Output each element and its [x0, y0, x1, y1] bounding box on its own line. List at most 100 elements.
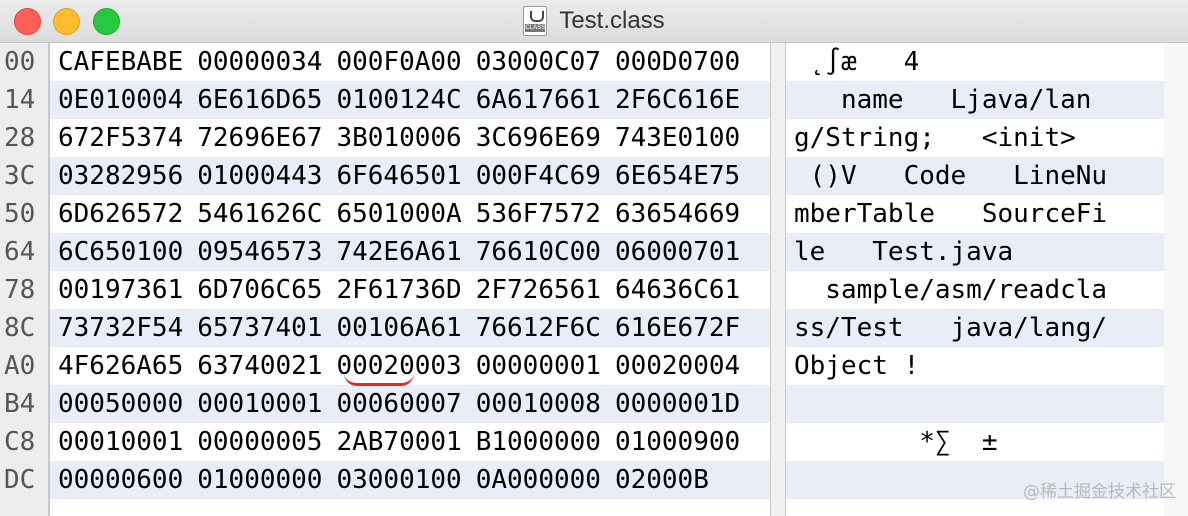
hex-word[interactable]: 6501000A [336, 195, 461, 233]
hex-word[interactable]: 0E010004 [58, 81, 183, 119]
offset-label: 78 [4, 275, 36, 305]
hex-word[interactable]: 2F61736D [336, 271, 461, 309]
hex-row[interactable]: 6C650100 09546573 742E6A61 76610C00 06000701 [50, 233, 770, 271]
hex-word[interactable]: 3B010006 [336, 119, 461, 157]
hex-word[interactable]: 76610C00 [476, 233, 601, 271]
annotation-underline [344, 373, 414, 386]
ascii-row[interactable]: ss/Test java/lang/ [786, 309, 1164, 347]
offset-label: A0 [4, 351, 36, 381]
hex-word[interactable]: 3C696E69 [476, 119, 601, 157]
hex-pane[interactable]: CAFEBABE 00000034 000F0A00 03000C07 000D0700… [50, 43, 770, 516]
offset-label: DC [4, 465, 36, 495]
ascii-row[interactable]: name Ljava/lan [786, 81, 1164, 119]
hex-word[interactable]: 01000000 [197, 461, 322, 499]
hex-word[interactable]: 63654669 [615, 195, 740, 233]
hex-word[interactable]: B1000000 [476, 423, 601, 461]
hex-word[interactable]: 00000600 [58, 461, 183, 499]
scroll-track[interactable] [1164, 43, 1188, 516]
hex-word[interactable]: 2AB70001 [336, 423, 461, 461]
hex-word[interactable]: 00010001 [197, 385, 322, 423]
title-bar: CLASS Test.class [0, 0, 1188, 43]
hex-word[interactable]: 2F6C616E [615, 81, 740, 119]
hex-word[interactable]: 06000701 [615, 233, 740, 271]
hex-word[interactable]: 6C650100 [58, 233, 183, 271]
hex-word[interactable]: 01000900 [615, 423, 740, 461]
hex-word[interactable]: 03000100 [336, 461, 461, 499]
hex-word[interactable]: 00000034 [197, 43, 322, 81]
hex-word[interactable]: CAFEBABE [58, 43, 183, 81]
hex-row[interactable]: 00010001 00000005 2AB70001 B1000000 01000900 [50, 423, 770, 461]
hex-word[interactable]: 00000001 [476, 347, 601, 385]
hex-word[interactable]: 6D706C65 [197, 271, 322, 309]
hex-row[interactable]: 0E010004 6E616D65 0100124C 6A617661 2F6C616E [50, 81, 770, 119]
ascii-row[interactable]: *∑ ± [786, 423, 1164, 461]
window-title: Test.class [559, 7, 665, 34]
ascii-row[interactable]: mberTable SourceFi [786, 195, 1164, 233]
hex-word[interactable]: 00020004 [615, 347, 740, 385]
ascii-row[interactable]: ˛∫æ 4 [786, 43, 1164, 81]
hex-word[interactable]: 743E0100 [615, 119, 740, 157]
hex-word[interactable]: 6A617661 [476, 81, 601, 119]
hex-word[interactable]: 6E654E75 [615, 157, 740, 195]
title-group: CLASS Test.class [0, 0, 1188, 42]
hex-word[interactable]: 00010008 [476, 385, 601, 423]
hex-word[interactable]: 6E616D65 [197, 81, 322, 119]
ascii-row[interactable] [786, 385, 1164, 423]
offset-label: B4 [4, 389, 36, 419]
hex-row[interactable]: 73732F54 65737401 00106A61 76612F6C 616E672F [50, 309, 770, 347]
hex-word[interactable]: 742E6A61 [336, 233, 461, 271]
hex-row[interactable]: CAFEBABE 00000034 000F0A00 03000C07 000D0700 [50, 43, 770, 81]
ascii-row[interactable]: g/String; <init> [786, 119, 1164, 157]
hex-row[interactable]: 6D626572 5461626C 6501000A 536F7572 63654669 [50, 195, 770, 233]
hex-row[interactable]: 00197361 6D706C65 2F61736D 2F726561 64636C61 [50, 271, 770, 309]
hex-word[interactable]: 000D0700 [615, 43, 740, 81]
ascii-row[interactable]: le Test.java [786, 233, 1164, 271]
hex-row[interactable]: 03282956 01000443 6F646501 000F4C69 6E654E75 [50, 157, 770, 195]
hex-word[interactable]: 0A000000 [476, 461, 601, 499]
ascii-row[interactable]: sample/asm/readcla [786, 271, 1164, 309]
hex-word[interactable]: 00010001 [58, 423, 183, 461]
ascii-pane[interactable]: ˛∫æ 4 name Ljava/lan g/String; <init> ()V… [786, 43, 1164, 516]
hex-word[interactable]: 2F726561 [476, 271, 601, 309]
hex-word[interactable]: 65737401 [197, 309, 322, 347]
offset-label: 64 [4, 237, 36, 267]
hex-word[interactable]: 000F0A00 [336, 43, 461, 81]
offset-column: 00 14 28 3C 50 64 78 8C A0 B4 C8 DC [0, 43, 50, 516]
hex-word[interactable]: 00060007 [336, 385, 461, 423]
hex-word[interactable]: 672F5374 [58, 119, 183, 157]
hex-word[interactable]: 536F7572 [476, 195, 601, 233]
hex-word[interactable]: 616E672F [615, 309, 740, 347]
hex-word[interactable]: 09546573 [197, 233, 322, 271]
hex-row[interactable]: 00050000 00010001 00060007 00010008 0000001D [50, 385, 770, 423]
hex-word[interactable]: 6F646501 [336, 157, 461, 195]
hex-word[interactable]: 02000B [615, 461, 709, 499]
hex-row[interactable]: 672F5374 72696E67 3B010006 3C696E69 743E0100 [50, 119, 770, 157]
offset-label: 14 [4, 85, 36, 115]
hex-word[interactable]: 76612F6C [476, 309, 601, 347]
hex-word[interactable]: 03000C07 [476, 43, 601, 81]
hex-word[interactable]: 0000001D [615, 385, 740, 423]
hex-row[interactable]: 00000600 01000000 03000100 0A000000 02000B [50, 461, 770, 499]
watermark: @稀土掘金技术社区 [1023, 482, 1176, 502]
hex-word[interactable]: 0100124C [336, 81, 461, 119]
hex-word[interactable]: 03282956 [58, 157, 183, 195]
hex-word[interactable]: 00106A61 [336, 309, 461, 347]
hex-word[interactable]: 00000005 [197, 423, 322, 461]
ascii-row[interactable]: Object ! [786, 347, 1164, 385]
hex-word[interactable]: 64636C61 [615, 271, 740, 309]
hex-word[interactable]: 4F626A65 [58, 347, 183, 385]
hex-word[interactable]: 6D626572 [58, 195, 183, 233]
offset-label: 3C [4, 161, 36, 191]
hex-word[interactable]: 5461626C [197, 195, 322, 233]
hex-word[interactable]: 63740021 [197, 347, 322, 385]
hex-word[interactable]: 00197361 [58, 271, 183, 309]
ascii-row[interactable]: ()V Code LineNu [786, 157, 1164, 195]
hex-word[interactable]: 000F4C69 [476, 157, 601, 195]
file-icon-tag: CLASS [525, 24, 546, 32]
hex-word[interactable]: 73732F54 [58, 309, 183, 347]
offset-label: 50 [4, 199, 36, 229]
pane-divider[interactable] [770, 43, 786, 516]
hex-word[interactable]: 72696E67 [197, 119, 322, 157]
hex-word[interactable]: 00050000 [58, 385, 183, 423]
hex-word[interactable]: 01000443 [197, 157, 322, 195]
